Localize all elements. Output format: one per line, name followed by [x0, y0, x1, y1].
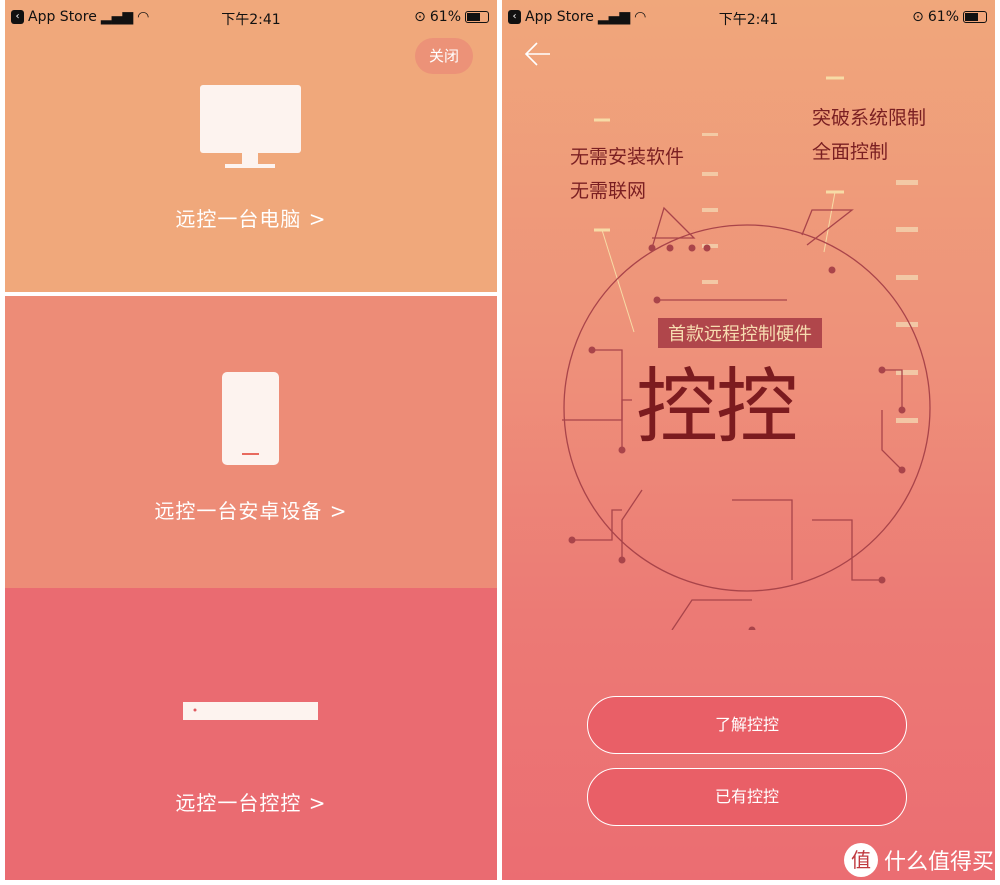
battery-percent: 61%: [927, 9, 959, 25]
option-computer-label: 远控一台电脑 >: [175, 207, 327, 231]
left-screen: 远控一台电脑 > 远控一台安卓设备 > 远控一台控控 > 关闭 ‹ App Sto…: [5, 0, 497, 880]
banner-first-hardware: 首款远程控制硬件: [658, 318, 822, 348]
device-icon: [183, 702, 318, 720]
close-button[interactable]: 关闭: [415, 38, 473, 74]
phone-icon: [222, 372, 279, 465]
battery-icon: [465, 11, 489, 23]
learn-kongkong-button[interactable]: 了解控控: [587, 696, 907, 754]
status-bar: ‹ App Store ▂▄▆ ◠ 下午2:41 ⊙ 61%: [5, 0, 497, 34]
watermark: 值 什么值得买: [843, 843, 994, 877]
watermark-badge: 值: [843, 843, 878, 877]
rotation-lock-icon: ⊙: [912, 9, 924, 25]
battery-percent: 61%: [429, 9, 461, 25]
option-android-label: 远控一台安卓设备 >: [154, 499, 348, 523]
option-kongkong-label: 远控一台控控 >: [175, 791, 327, 815]
back-arrow-icon[interactable]: [524, 40, 552, 68]
battery-icon: [963, 11, 987, 23]
status-bar: ‹ App Store ▂▄▆ ◠ 下午2:41 ⊙ 61%: [502, 0, 995, 34]
kongkong-logo: 控控: [636, 360, 798, 455]
option-android[interactable]: 远控一台安卓设备 >: [5, 296, 497, 588]
right-screen: ‹ App Store ▂▄▆ ◠ 下午2:41 ⊙ 61% 无需安装软件 无需联网 突…: [502, 0, 995, 880]
rotation-lock-icon: ⊙: [414, 9, 426, 25]
option-kongkong[interactable]: 远控一台控控 >: [5, 588, 497, 880]
monitor-icon: [200, 85, 301, 168]
watermark-text: 什么值得买: [883, 850, 994, 875]
circuit-graphic: [562, 76, 931, 630]
have-kongkong-button[interactable]: 已有控控: [587, 768, 907, 826]
